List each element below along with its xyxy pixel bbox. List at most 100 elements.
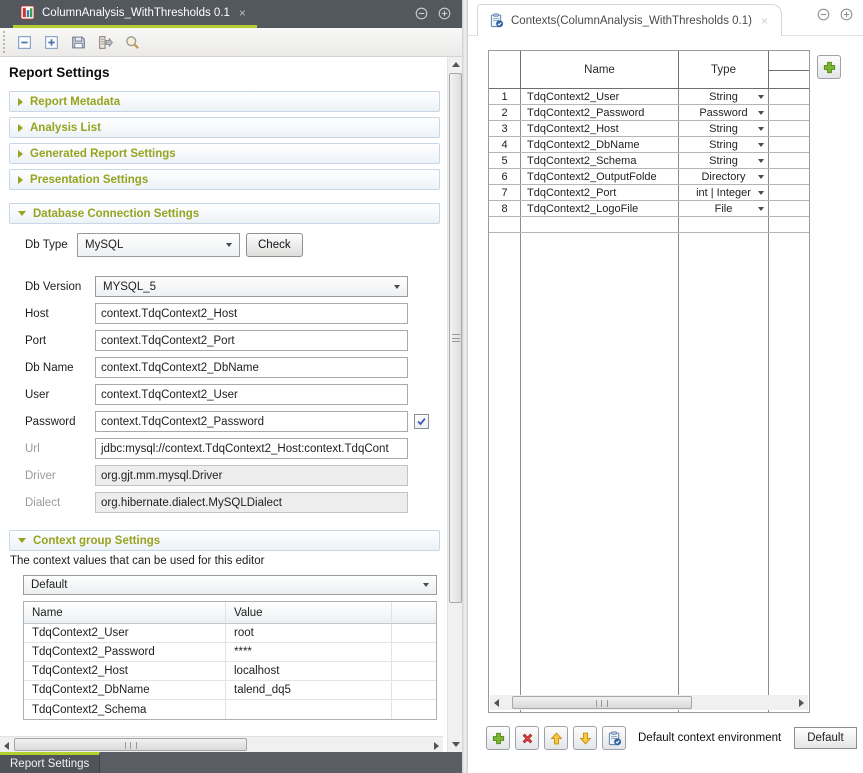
tab-report-editor[interactable]: ColumnAnalysis_WithThresholds 0.1 × <box>13 0 257 28</box>
context-row[interactable]: 8 TdqContext2_LogoFile File <box>489 201 809 217</box>
maximize-icon[interactable] <box>840 8 853 24</box>
editor-toolbar <box>0 28 462 57</box>
chevron-down-icon <box>394 285 400 289</box>
report-icon <box>20 5 35 20</box>
password-field[interactable]: context.TdqContext2_Password <box>95 411 408 432</box>
context-row[interactable]: 3 TdqContext2_Host String <box>489 121 809 137</box>
user-label: User <box>25 389 95 401</box>
close-icon[interactable]: × <box>759 15 770 27</box>
section-presentation-settings[interactable]: Presentation Settings <box>9 169 440 190</box>
type-select[interactable]: File <box>679 201 769 216</box>
close-icon[interactable]: × <box>237 7 248 19</box>
scroll-left-icon[interactable] <box>4 742 9 750</box>
type-select[interactable]: String <box>679 153 769 168</box>
scrollbar-thumb[interactable] <box>14 738 247 751</box>
password-context-checkbox[interactable] <box>414 414 429 429</box>
collapse-all-icon[interactable] <box>13 31 35 53</box>
context-row[interactable]: 1 TdqContext2_User String <box>489 89 809 105</box>
minimize-icon[interactable] <box>415 7 428 20</box>
chevron-down-icon <box>758 159 764 163</box>
tab-contexts-view[interactable]: Contexts(ColumnAnalysis_WithThresholds 0… <box>477 4 782 36</box>
chevron-right-icon <box>18 124 23 132</box>
contexts-view-panel: Contexts(ColumnAnalysis_WithThresholds 0… <box>468 0 863 773</box>
horizontal-scrollbar[interactable] <box>0 736 443 752</box>
context-row[interactable]: 4 TdqContext2_DbName String <box>489 137 809 153</box>
scroll-right-icon[interactable] <box>799 699 804 707</box>
scroll-down-icon[interactable] <box>452 742 460 747</box>
horizontal-scrollbar[interactable] <box>490 695 808 710</box>
chevron-down-icon <box>758 95 764 99</box>
expand-all-icon[interactable] <box>40 31 62 53</box>
context-environment-select[interactable]: Default <box>23 575 437 595</box>
editor-tab-bar: ColumnAnalysis_WithThresholds 0.1 × <box>0 0 462 28</box>
scroll-right-icon[interactable] <box>434 742 439 750</box>
scrollbar-thumb[interactable] <box>449 73 462 603</box>
empty-row[interactable] <box>489 217 809 233</box>
host-field[interactable]: context.TdqContext2_Host <box>95 303 408 324</box>
manage-environments-button[interactable] <box>602 726 626 750</box>
port-field[interactable]: context.TdqContext2_Port <box>95 330 408 351</box>
check-button[interactable]: Check <box>246 233 303 257</box>
type-select[interactable]: int | Integer <box>679 185 769 200</box>
section-database-connection-settings[interactable]: Database Connection Settings <box>9 203 440 224</box>
context-row[interactable]: 2 TdqContext2_Password Password <box>489 105 809 121</box>
table-row[interactable]: TdqContext2_DbName talend_dq5 <box>24 681 436 700</box>
user-field[interactable]: context.TdqContext2_User <box>95 384 408 405</box>
context-group-description: The context values that can be used for … <box>10 555 440 567</box>
db-type-select[interactable]: MySQL <box>77 233 240 257</box>
type-select[interactable]: String <box>679 89 769 104</box>
move-up-button[interactable] <box>544 726 568 750</box>
column-header-name[interactable]: Name <box>24 602 226 623</box>
tab-report-settings[interactable]: Report Settings <box>0 752 100 773</box>
section-analysis-list[interactable]: Analysis List <box>9 117 440 138</box>
table-row[interactable]: TdqContext2_Host localhost <box>24 662 436 681</box>
context-row[interactable]: 7 TdqContext2_Port int | Integer <box>489 185 809 201</box>
type-select[interactable]: Password <box>679 105 769 120</box>
column-header-value[interactable]: Value <box>226 602 392 623</box>
table-row[interactable]: TdqContext2_User root <box>24 624 436 643</box>
type-select[interactable]: String <box>679 137 769 152</box>
tab-title: ColumnAnalysis_WithThresholds 0.1 <box>42 7 230 19</box>
vertical-scrollbar[interactable] <box>447 57 462 752</box>
table-row[interactable]: TdqContext2_Password **** <box>24 643 436 662</box>
arrow-up-icon <box>549 731 564 746</box>
column-header-type[interactable]: Type <box>679 51 769 88</box>
context-row[interactable]: 5 TdqContext2_Schema String <box>489 153 809 169</box>
move-down-button[interactable] <box>573 726 597 750</box>
editor-bottom-tab-bar: Report Settings <box>0 752 462 773</box>
zoom-icon[interactable] <box>121 31 143 53</box>
section-report-metadata[interactable]: Report Metadata <box>9 91 440 112</box>
type-select[interactable]: Directory <box>679 169 769 184</box>
chevron-down-icon <box>758 111 764 115</box>
db-connection-form: Db Type MySQL Check Db Version MYSQL_5 <box>9 224 440 513</box>
url-label: Url <box>25 443 95 455</box>
type-select[interactable]: String <box>679 121 769 136</box>
scrollbar-thumb[interactable] <box>512 696 692 709</box>
table-row[interactable]: TdqContext2_Schema <box>24 700 436 719</box>
dbname-field[interactable]: context.TdqContext2_DbName <box>95 357 408 378</box>
add-variable-button[interactable] <box>486 726 510 750</box>
tab-title: Contexts(ColumnAnalysis_WithThresholds 0… <box>511 15 752 27</box>
scroll-left-icon[interactable] <box>494 699 499 707</box>
chevron-right-icon <box>18 98 23 106</box>
generate-report-icon[interactable] <box>94 31 116 53</box>
contexts-footer-toolbar: Default context environment Default <box>486 726 857 750</box>
section-generated-report-settings[interactable]: Generated Report Settings <box>9 143 440 164</box>
page-title: Report Settings <box>9 65 462 80</box>
default-environment-button[interactable]: Default <box>794 727 856 749</box>
toolbar-drag-handle[interactable] <box>3 31 8 53</box>
context-row[interactable]: 6 TdqContext2_OutputFolde Directory <box>489 169 809 185</box>
scroll-up-icon[interactable] <box>452 62 460 67</box>
url-field[interactable]: jdbc:mysql://context.TdqContext2_Host:co… <box>95 438 408 459</box>
save-icon[interactable] <box>67 31 89 53</box>
db-version-select[interactable]: MYSQL_5 <box>95 276 408 297</box>
add-context-button[interactable] <box>817 55 841 79</box>
minimize-icon[interactable] <box>817 8 830 24</box>
column-header-index <box>489 51 521 88</box>
maximize-icon[interactable] <box>438 7 451 20</box>
column-header-name[interactable]: Name <box>521 51 679 88</box>
db-version-label: Db Version <box>25 281 95 293</box>
section-context-group-settings[interactable]: Context group Settings <box>9 530 440 551</box>
dialect-label: Dialect <box>25 497 95 509</box>
delete-variable-button[interactable] <box>515 726 539 750</box>
